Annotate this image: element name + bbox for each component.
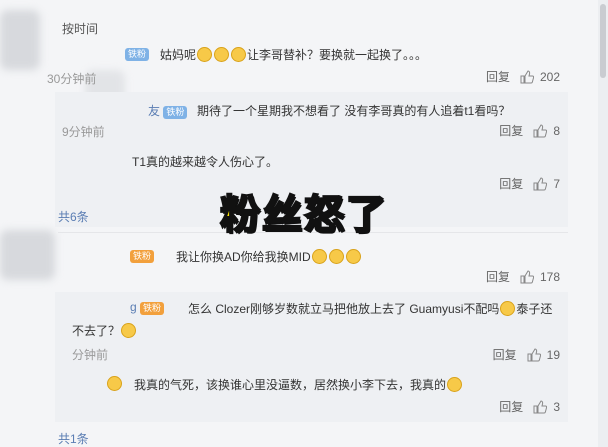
comment-text: T1真的越来越令人伤心了。 [132,155,279,169]
cry-emoji-icon [328,249,344,264]
thumb-up-icon [520,69,534,83]
reply-button[interactable]: 回复 [486,68,510,85]
smile-emoji-icon [231,47,247,62]
comment-time: 30分钟前 [47,72,97,86]
expand-replies-link[interactable]: 共1条 [58,430,89,447]
like-button[interactable]: 202 [520,70,560,84]
cry-emoji-icon [447,377,463,392]
avatar [0,230,55,280]
scroll-thumb[interactable] [600,4,606,78]
thumb-up-icon [533,176,548,190]
fan-badge: 铁粉 [163,106,188,119]
comment-text: 怎么 Clozer刚够岁数就立马把他放上去了 Guamyusi不配吗 泰子还 [188,301,553,316]
reply-button[interactable]: 回复 [499,398,523,415]
comment-text: 我真的气死，该换谁心里没逼数，居然换小李下去，我真的 [134,376,463,393]
comment-time: 分钟前 [72,348,109,362]
thumb-up-icon [533,123,548,137]
comment-text: 期待了一个星期我不想看了 没有李哥真的有人追着t1看吗？ [197,104,511,118]
avatar [0,10,40,70]
fan-badge: 铁粉 [125,48,150,61]
smile-emoji-icon [214,47,230,62]
comment-text: 我让你换AD你给我换MID [176,248,362,265]
like-button[interactable]: 178 [520,270,560,284]
cry-emoji-icon [311,249,327,264]
overlay-caption: 粉丝怒了 [219,191,388,239]
thumb-up-icon [527,347,541,361]
like-button[interactable]: 3 [533,400,560,414]
avatar [107,376,122,391]
reply-button[interactable]: 回复 [493,346,517,363]
fan-badge: 铁粉 [130,250,155,263]
scrollbar[interactable] [598,0,608,447]
like-button[interactable]: 8 [533,124,560,138]
like-button[interactable]: 7 [533,177,560,191]
sort-by-time[interactable]: 按时间 [62,20,98,37]
comment-text-cont: 不去了？ [72,322,137,339]
comment-time: 9分钟前 [62,125,105,139]
fan-badge: 铁粉 [140,302,165,315]
emoji-icon [121,323,137,338]
reply-button[interactable]: 回复 [486,268,510,285]
emoji-icon [500,301,516,316]
expand-replies-link[interactable]: 共6条 [58,208,89,225]
thumb-up-icon [533,399,548,413]
reply-button[interactable]: 回复 [499,122,523,139]
comment-text: 姑妈呢 让李哥替补？要换就一起换了。。。 [160,47,428,62]
thumb-up-icon [520,269,534,283]
reply-button[interactable]: 回复 [499,175,523,192]
smile-emoji-icon [197,47,213,62]
cry-emoji-icon [345,249,361,264]
like-button[interactable]: 19 [527,348,560,362]
